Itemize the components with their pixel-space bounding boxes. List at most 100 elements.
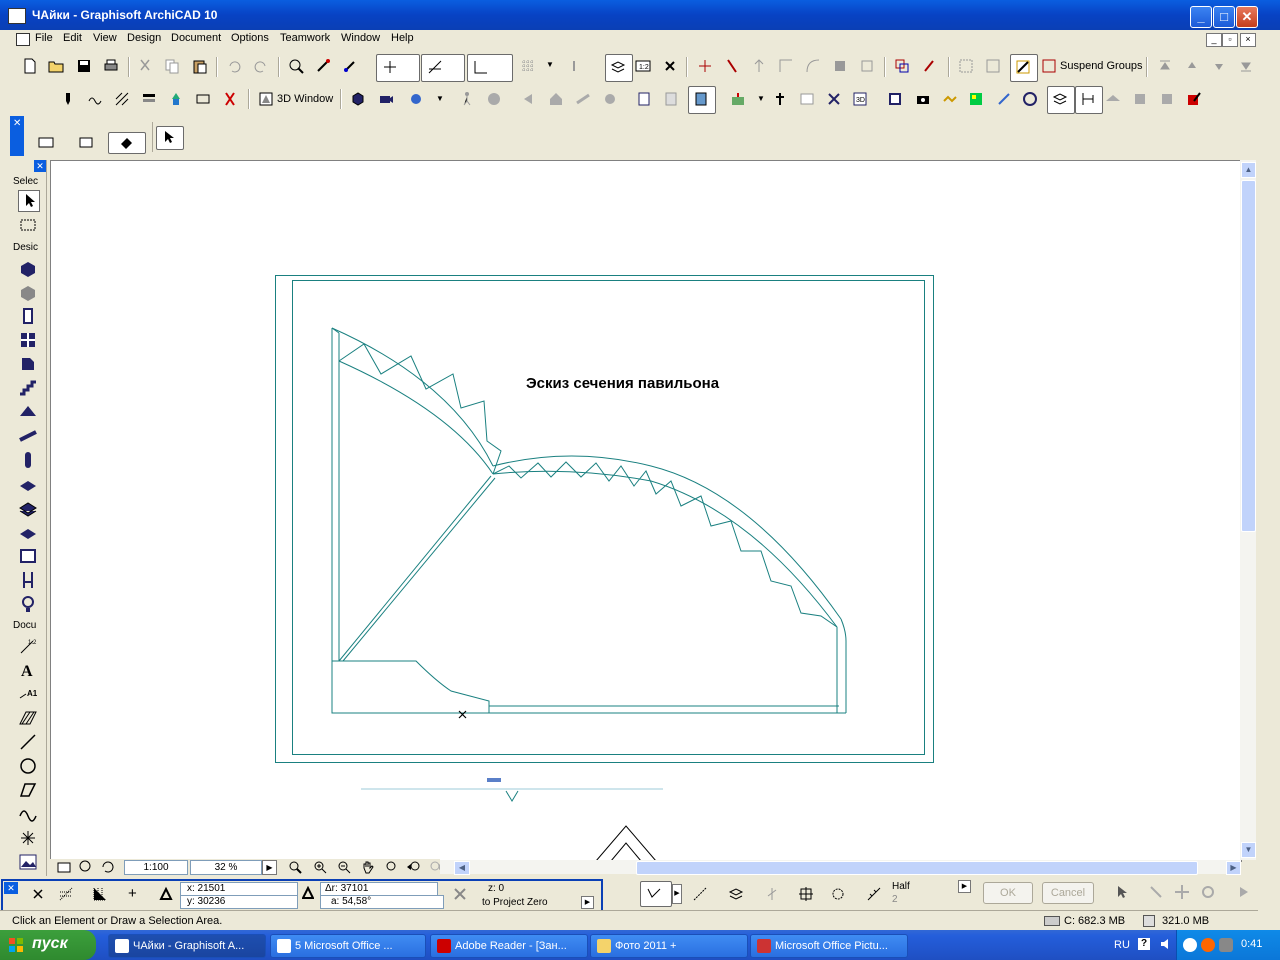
suspend-groups-icon[interactable] bbox=[1041, 58, 1057, 74]
curtain-wall-tool[interactable] bbox=[18, 522, 38, 542]
grid-snap-toggle-icon[interactable] bbox=[58, 886, 74, 902]
explode-icon[interactable] bbox=[832, 58, 848, 74]
door-tool[interactable] bbox=[18, 306, 38, 326]
mark-up-icon[interactable] bbox=[799, 91, 815, 107]
z-coordinate-icon[interactable] bbox=[452, 886, 468, 902]
hotspot-tool[interactable] bbox=[18, 828, 38, 848]
vertical-scroll-thumb[interactable] bbox=[1241, 180, 1256, 532]
spline-tool[interactable] bbox=[18, 804, 38, 824]
menu-document[interactable]: Document bbox=[171, 32, 221, 44]
change-icon[interactable] bbox=[1022, 91, 1038, 107]
split-icon[interactable] bbox=[724, 58, 740, 74]
roof-tool[interactable] bbox=[18, 402, 38, 422]
group-icon[interactable] bbox=[894, 58, 910, 74]
task-adobe-reader[interactable]: Adobe Reader - [Зан... bbox=[430, 934, 588, 958]
control-box-close-icon[interactable]: ✕ bbox=[4, 882, 18, 894]
slab-tool[interactable] bbox=[18, 474, 38, 494]
ok-button[interactable]: OK bbox=[983, 882, 1033, 904]
clock[interactable]: 0:41 bbox=[1241, 938, 1262, 950]
arrow-select-icon[interactable] bbox=[1114, 884, 1130, 900]
grid-snap-icon[interactable] bbox=[520, 58, 536, 74]
pan-hand-icon[interactable] bbox=[360, 859, 376, 875]
dimension-tool[interactable]: 1.2 bbox=[18, 636, 38, 656]
angle-field[interactable]: a: 54,58° bbox=[320, 895, 444, 909]
line-tool[interactable] bbox=[18, 732, 38, 752]
mdi-minimize-button[interactable]: _ bbox=[1206, 33, 1222, 47]
geometry-method-icon[interactable] bbox=[38, 134, 54, 150]
3d-window-icon[interactable] bbox=[258, 91, 274, 107]
division-snap-icon[interactable] bbox=[866, 886, 882, 902]
start-button[interactable]: пуск bbox=[0, 930, 96, 960]
snap-point-icon[interactable] bbox=[764, 886, 780, 902]
scroll-left-button[interactable]: ◀ bbox=[454, 861, 470, 875]
wall-tool[interactable] bbox=[18, 258, 38, 278]
marquee-tool[interactable] bbox=[18, 215, 38, 235]
rectangle-marquee-icon[interactable] bbox=[78, 134, 94, 150]
fly-icon[interactable] bbox=[575, 91, 591, 107]
navigator-icon[interactable] bbox=[408, 91, 424, 107]
bring-to-front-icon[interactable] bbox=[1157, 58, 1173, 74]
zoom-preview-icon[interactable] bbox=[78, 859, 94, 875]
edit-icon[interactable] bbox=[1186, 91, 1202, 107]
menu-design[interactable]: Design bbox=[127, 32, 161, 44]
zone-tool[interactable] bbox=[18, 546, 38, 566]
composites-icon[interactable] bbox=[141, 91, 157, 107]
arc-tool[interactable] bbox=[18, 756, 38, 776]
menu-edit[interactable]: Edit bbox=[63, 32, 82, 44]
zoom-dropdown-icon[interactable]: ▶ bbox=[262, 860, 277, 875]
3d-document-icon[interactable]: 3D bbox=[852, 91, 868, 107]
column-cylinder-tool[interactable] bbox=[18, 450, 38, 470]
delta-toggle-icon[interactable] bbox=[301, 885, 315, 900]
half-label[interactable]: Half bbox=[892, 881, 910, 892]
layout-book-icon[interactable] bbox=[636, 91, 652, 107]
photo-icon[interactable] bbox=[915, 91, 931, 107]
renovation-icon[interactable] bbox=[222, 91, 238, 107]
move-icon[interactable] bbox=[1174, 884, 1190, 900]
magic-snap-icon[interactable] bbox=[830, 886, 846, 902]
ungroup-icon[interactable] bbox=[958, 58, 974, 74]
z-value[interactable]: z: 0 bbox=[488, 883, 504, 894]
special-snap-icon[interactable] bbox=[728, 886, 744, 902]
nudge-icon[interactable] bbox=[798, 886, 814, 902]
zoom-in-icon[interactable] bbox=[312, 859, 328, 875]
camera-icon[interactable] bbox=[378, 91, 394, 107]
tray-arrow-icon[interactable] bbox=[1183, 938, 1197, 952]
inject-parameters-icon[interactable] bbox=[342, 58, 358, 74]
column-tool[interactable] bbox=[18, 282, 38, 302]
menu-view[interactable]: View bbox=[93, 32, 117, 44]
polyline-tool[interactable] bbox=[18, 780, 38, 800]
orbit-icon[interactable] bbox=[602, 91, 618, 107]
menu-options[interactable]: Options bbox=[231, 32, 269, 44]
toolbox-close-icon[interactable]: ✕ bbox=[34, 160, 46, 172]
mesh-tool[interactable] bbox=[18, 498, 38, 518]
task-picture-manager[interactable]: Microsoft Office Pictu... bbox=[750, 934, 908, 958]
zones-icon[interactable] bbox=[195, 91, 211, 107]
task-microsoft-office[interactable]: 5 Microsoft Office ... bbox=[270, 934, 426, 958]
tray-app-icon[interactable] bbox=[1201, 938, 1215, 952]
pick-up-parameters-icon[interactable] bbox=[315, 58, 331, 74]
lamp-tool[interactable] bbox=[18, 594, 38, 614]
scale-field[interactable]: 1:100 bbox=[124, 860, 188, 875]
interior-elevation-icon[interactable] bbox=[996, 91, 1012, 107]
scroll-down-button[interactable]: ▼ bbox=[1241, 842, 1256, 858]
trace-icon[interactable] bbox=[826, 91, 842, 107]
group-select-icon[interactable] bbox=[985, 58, 1001, 74]
resize-icon[interactable] bbox=[859, 58, 875, 74]
figure-tool[interactable] bbox=[18, 852, 38, 872]
next-step-icon[interactable] bbox=[1236, 884, 1252, 900]
maximize-button[interactable]: □ bbox=[1213, 6, 1235, 28]
snap-dropdown-icon[interactable]: ▶ bbox=[672, 884, 682, 904]
construction-grid-icon[interactable] bbox=[92, 886, 108, 902]
arrow-tool[interactable] bbox=[18, 190, 40, 212]
worksheet-icon[interactable] bbox=[968, 91, 984, 107]
fill-tool[interactable] bbox=[18, 708, 38, 728]
y-coordinate-field[interactable]: y: 30236 bbox=[180, 895, 298, 909]
pen-icon[interactable] bbox=[60, 91, 76, 107]
rotate-icon[interactable] bbox=[1200, 884, 1216, 900]
navigator-preview-icon[interactable] bbox=[56, 859, 72, 875]
text-tool[interactable]: A bbox=[18, 660, 38, 680]
half-dropdown-icon[interactable]: ▶ bbox=[958, 880, 971, 893]
fit-in-window-icon[interactable] bbox=[288, 859, 304, 875]
save-icon[interactable] bbox=[76, 58, 92, 74]
scale-icon[interactable]: 1:2 bbox=[635, 58, 651, 74]
